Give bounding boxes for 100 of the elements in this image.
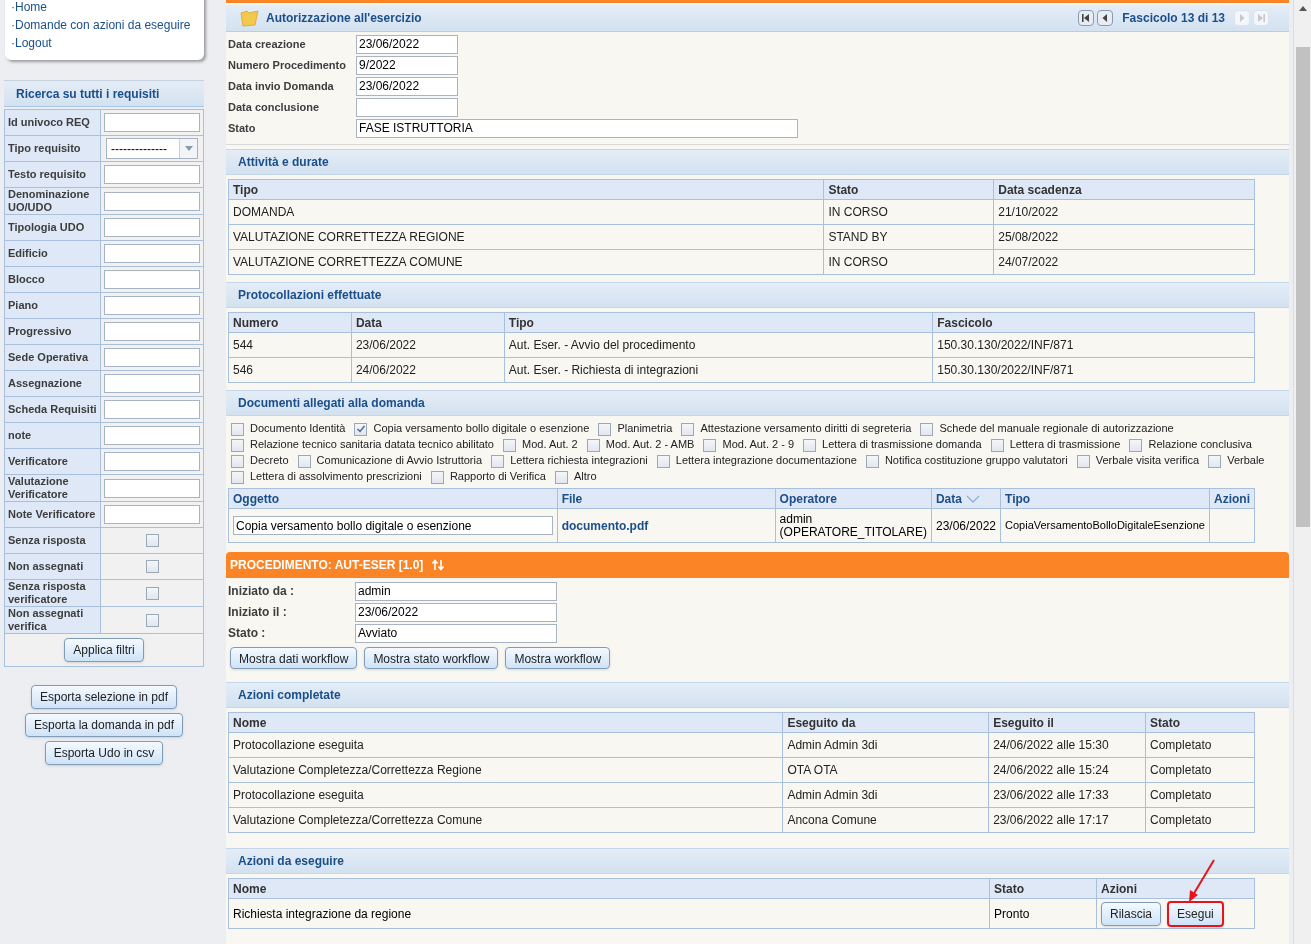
document-type-label: Planimetria	[617, 422, 673, 434]
checkbox[interactable]	[145, 613, 159, 627]
checkbox[interactable]	[920, 422, 934, 436]
action-button[interactable]: Rilascia	[1101, 901, 1162, 926]
menu-link[interactable]: ·Logout	[11, 36, 52, 50]
prev-page-button[interactable]	[1097, 10, 1114, 26]
refresh-arrows-icon[interactable]	[431, 558, 446, 572]
scroll-up-icon[interactable]	[1298, 6, 1307, 11]
subject-field[interactable]: Copia versamento bollo digitale o esenzione	[233, 516, 553, 535]
checkbox[interactable]	[865, 454, 879, 468]
checkbox[interactable]	[297, 454, 311, 468]
workflow-button[interactable]: Mostra dati workflow	[230, 647, 358, 669]
column-header: Tipo	[504, 312, 933, 333]
apply-filters-button[interactable]: Applica filtri	[64, 638, 144, 662]
table-cell: admin (OPERATORE_TITOLARE)	[775, 508, 932, 543]
filter-field[interactable]	[104, 478, 200, 498]
filter-field[interactable]	[104, 113, 200, 132]
checkbox[interactable]	[503, 438, 517, 452]
column-header[interactable]: Operatore	[775, 488, 932, 509]
table-cell: Completato	[1145, 782, 1255, 808]
menu-link[interactable]: ·Home	[11, 0, 47, 14]
checkbox[interactable]	[354, 422, 368, 436]
filter-field[interactable]	[104, 165, 200, 184]
column-title: Data	[935, 490, 962, 508]
field-input[interactable]: admin	[355, 581, 557, 601]
select-field[interactable]: --------------	[106, 138, 198, 159]
table-cell: Admin Admin 3di	[782, 732, 989, 758]
field-input[interactable]: Avviato	[355, 623, 557, 643]
first-page-button[interactable]	[1078, 10, 1095, 26]
checkbox[interactable]	[554, 470, 568, 484]
document-type-label: Verbale	[1227, 454, 1265, 466]
column-header[interactable]: Tipo	[1000, 488, 1210, 509]
panel-title: Ricerca su tutti i requisiti	[16, 85, 160, 103]
filter-field[interactable]	[104, 270, 200, 289]
menu-link[interactable]: ·Domande con azioni da eseguire	[11, 18, 191, 32]
file-link[interactable]: documento.pdf	[561, 518, 649, 533]
filter-field[interactable]	[104, 322, 200, 341]
document-type-label: Attestazione versamento diritti di segreteria	[700, 422, 912, 434]
column-header: Fascicolo	[932, 312, 1255, 333]
checkbox[interactable]	[145, 534, 159, 547]
export-button[interactable]: Esporta selezione in pdf	[30, 685, 178, 709]
table-cell: 23/06/2022	[351, 332, 505, 358]
filter-field[interactable]	[104, 244, 200, 263]
workflow-button[interactable]: Mostra stato workflow	[364, 647, 499, 669]
checkbox[interactable]	[990, 438, 1004, 452]
filter-field[interactable]	[104, 400, 200, 419]
field-input[interactable]: FASE ISTRUTTORIA	[356, 118, 798, 138]
scrollbar-thumb[interactable]	[1295, 47, 1310, 527]
checkbox[interactable]	[586, 438, 600, 452]
filter-field[interactable]	[104, 452, 200, 471]
section-title: Protocollazioni effettuate	[238, 287, 382, 304]
column-header: Nome	[228, 712, 783, 733]
checkbox[interactable]	[430, 470, 444, 484]
checkbox[interactable]	[491, 454, 505, 468]
section-title: Attività e durate	[238, 154, 329, 171]
checkbox[interactable]	[145, 560, 159, 573]
checkbox[interactable]	[231, 470, 244, 484]
document-type-label: Rapporto di Verifica	[449, 470, 546, 482]
checkbox[interactable]	[681, 422, 695, 436]
checkbox[interactable]	[1208, 454, 1222, 468]
column-header[interactable]: Oggetto	[228, 488, 558, 509]
checkbox[interactable]	[231, 438, 244, 452]
checkbox[interactable]	[598, 422, 612, 436]
table-cell: 150.30.130/2022/INF/871	[932, 357, 1255, 383]
checkbox[interactable]	[1129, 438, 1143, 452]
checkbox[interactable]	[803, 438, 817, 452]
workflow-button[interactable]: Mostra workflow	[505, 647, 611, 669]
filter-field[interactable]	[104, 348, 200, 367]
filter-label: Testo requisito	[8, 168, 87, 181]
table-cell: Protocollazione eseguita	[228, 732, 783, 758]
column-header[interactable]: Data	[931, 488, 1001, 509]
field-input[interactable]: 9/2022	[356, 55, 458, 75]
field-label: Iniziato da :	[228, 583, 295, 600]
field-input[interactable]: 23/06/2022	[356, 76, 458, 96]
section-title: Azioni da eseguire	[238, 853, 345, 870]
filter-field[interactable]	[104, 218, 200, 237]
checkbox[interactable]	[231, 454, 244, 468]
filter-label: Blocco	[8, 273, 45, 286]
filter-field[interactable]	[104, 296, 200, 315]
export-button[interactable]: Esporta la domanda in pdf	[24, 713, 184, 737]
export-button[interactable]: Esporta Udo in csv	[44, 741, 164, 765]
table-cell: Richiesta integrazione da regione	[228, 898, 990, 929]
field-input[interactable]: 23/06/2022	[356, 34, 458, 54]
checkbox[interactable]	[656, 454, 670, 468]
filter-field[interactable]	[104, 191, 200, 211]
field-input[interactable]: 23/06/2022	[355, 602, 557, 622]
filter-field[interactable]	[104, 426, 200, 445]
column-header[interactable]: Azioni	[1209, 488, 1255, 509]
checkbox[interactable]	[145, 586, 159, 600]
filter-field[interactable]	[104, 505, 200, 524]
table-cell: 546	[228, 357, 352, 383]
action-button[interactable]: Esegui	[1167, 900, 1224, 927]
filter-field[interactable]	[104, 374, 200, 393]
field-input[interactable]	[356, 97, 458, 117]
checkbox[interactable]	[1076, 454, 1090, 468]
checkbox[interactable]	[703, 438, 717, 452]
document-type-label: Lettera di trasmissione domanda	[822, 438, 982, 450]
page-title: Autorizzazione all'esercizio	[266, 10, 422, 27]
column-header[interactable]: File	[557, 488, 776, 509]
checkbox[interactable]	[231, 422, 244, 436]
